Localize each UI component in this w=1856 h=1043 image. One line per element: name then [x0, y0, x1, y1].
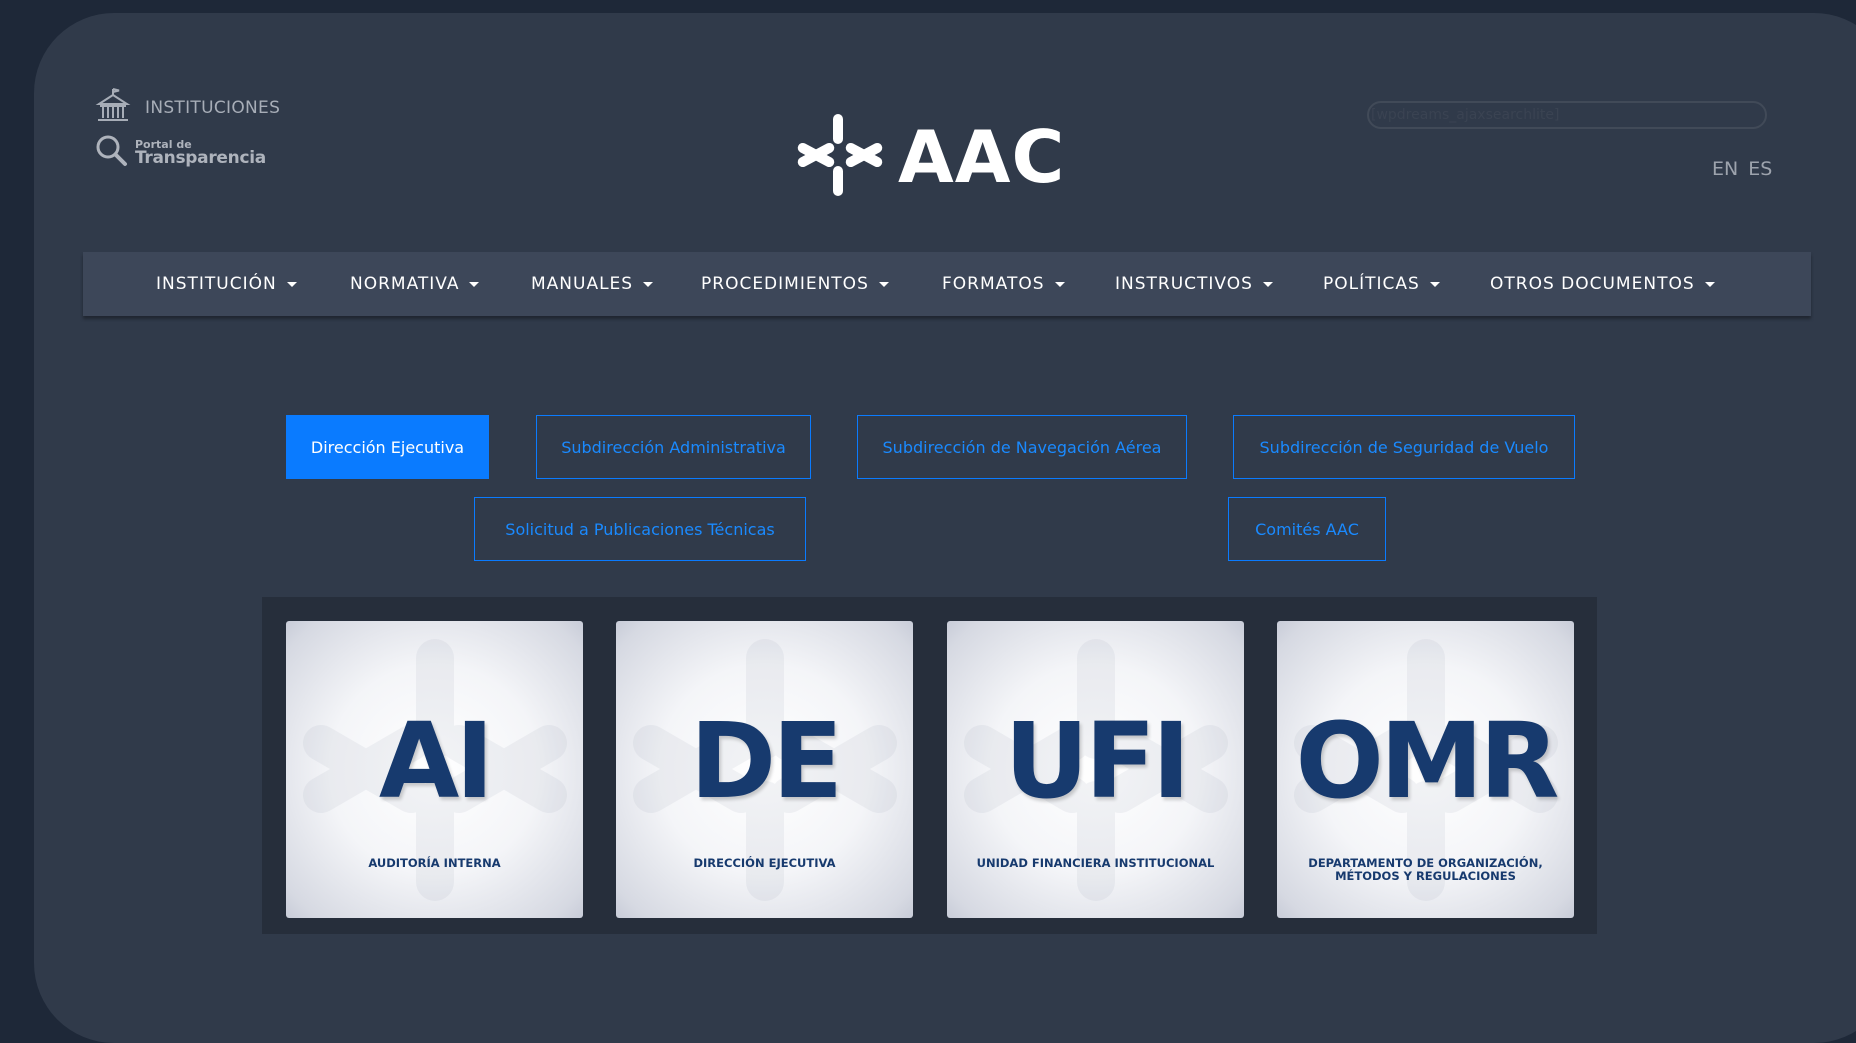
card-abbreviation: DE [689, 700, 843, 822]
search-input[interactable] [1367, 101, 1767, 129]
caret-down-icon [1262, 281, 1273, 287]
caret-down-icon [1704, 281, 1715, 287]
instituciones-label: INSTITUCIONES [145, 98, 281, 118]
caret-down-icon [878, 281, 889, 287]
aac-logo[interactable]: AAC [792, 110, 1065, 204]
card-ai[interactable]: AI AUDITORÍA INTERNA [286, 621, 583, 918]
nav-label: POLÍTICAS [1323, 274, 1420, 294]
portal-transparencia-link[interactable]: Portal de Transparencia [95, 134, 280, 172]
filter-subdireccion-navegacion-aerea[interactable]: Subdirección de Navegación Aérea [857, 415, 1187, 479]
nav-otros-documentos[interactable]: OTROS DOCUMENTOS [1490, 252, 1715, 316]
nav-label: INSTRUCTIVOS [1115, 274, 1253, 294]
card-department-name: AUDITORÍA INTERNA [368, 856, 501, 870]
nav-normativa[interactable]: NORMATIVA [350, 252, 480, 316]
search-icon [95, 134, 129, 172]
filter-comites-aac[interactable]: Comités AAC [1228, 497, 1386, 561]
card-department-name: DIRECCIÓN EJECUTIVA [693, 856, 836, 870]
nav-label: NORMATIVA [350, 274, 460, 294]
nav-label: PROCEDIMIENTOS [701, 274, 869, 294]
nav-label: MANUALES [531, 274, 634, 294]
card-department-name: UNIDAD FINANCIERA INSTITUCIONAL [976, 856, 1215, 870]
filter-direccion-ejecutiva[interactable]: Dirección Ejecutiva [286, 415, 489, 479]
lang-en[interactable]: EN [1712, 158, 1738, 180]
department-cards: AI AUDITORÍA INTERNA DE DIRECCIÓN EJECUT… [262, 597, 1597, 934]
card-department-name: DEPARTAMENTO DE ORGANIZACIÓN, MÉTODOS Y … [1308, 856, 1543, 884]
nav-politicas[interactable]: POLÍTICAS [1323, 252, 1440, 316]
card-omr[interactable]: OMR DEPARTAMENTO DE ORGANIZACIÓN, MÉTODO… [1277, 621, 1574, 918]
nav-manuales[interactable]: MANUALES [531, 252, 654, 316]
caret-down-icon [643, 281, 654, 287]
logo-text: AAC [898, 115, 1066, 199]
nav-label: OTROS DOCUMENTOS [1490, 274, 1695, 294]
caret-down-icon [469, 281, 480, 287]
caret-down-icon [1429, 281, 1440, 287]
card-abbreviation: UFI [1004, 700, 1190, 822]
caret-down-icon [286, 281, 297, 287]
nav-instructivos[interactable]: INSTRUCTIVOS [1115, 252, 1273, 316]
filter-subdireccion-seguridad-vuelo[interactable]: Subdirección de Seguridad de Vuelo [1233, 415, 1575, 479]
portal-big-text: Transparencia [135, 148, 266, 168]
lang-es[interactable]: ES [1748, 158, 1772, 180]
nav-procedimientos[interactable]: PROCEDIMIENTOS [701, 252, 889, 316]
nav-label: FORMATOS [942, 274, 1045, 294]
nav-formatos[interactable]: FORMATOS [942, 252, 1065, 316]
filter-solicitud-publicaciones-tecnicas[interactable]: Solicitud a Publicaciones Técnicas [474, 497, 806, 561]
card-abbreviation: OMR [1295, 700, 1560, 822]
portal-transparencia-label: Portal de Transparencia [135, 139, 266, 167]
filter-subdireccion-administrativa[interactable]: Subdirección Administrativa [536, 415, 811, 479]
building-icon [95, 88, 131, 128]
nav-institucion[interactable]: INSTITUCIÓN [156, 252, 297, 316]
aac-logo-icon [792, 110, 888, 204]
caret-down-icon [1054, 281, 1065, 287]
main-navbar: INSTITUCIÓN NORMATIVA MANUALES PROCEDIMI… [83, 252, 1811, 316]
card-ufi[interactable]: UFI UNIDAD FINANCIERA INSTITUCIONAL [947, 621, 1244, 918]
header-links: INSTITUCIONES Portal de Transparencia [95, 88, 280, 172]
nav-label: INSTITUCIÓN [156, 274, 277, 294]
language-switcher: EN ES [1712, 158, 1772, 180]
card-de[interactable]: DE DIRECCIÓN EJECUTIVA [616, 621, 913, 918]
card-abbreviation: AI [378, 700, 494, 822]
instituciones-link[interactable]: INSTITUCIONES [95, 88, 280, 128]
